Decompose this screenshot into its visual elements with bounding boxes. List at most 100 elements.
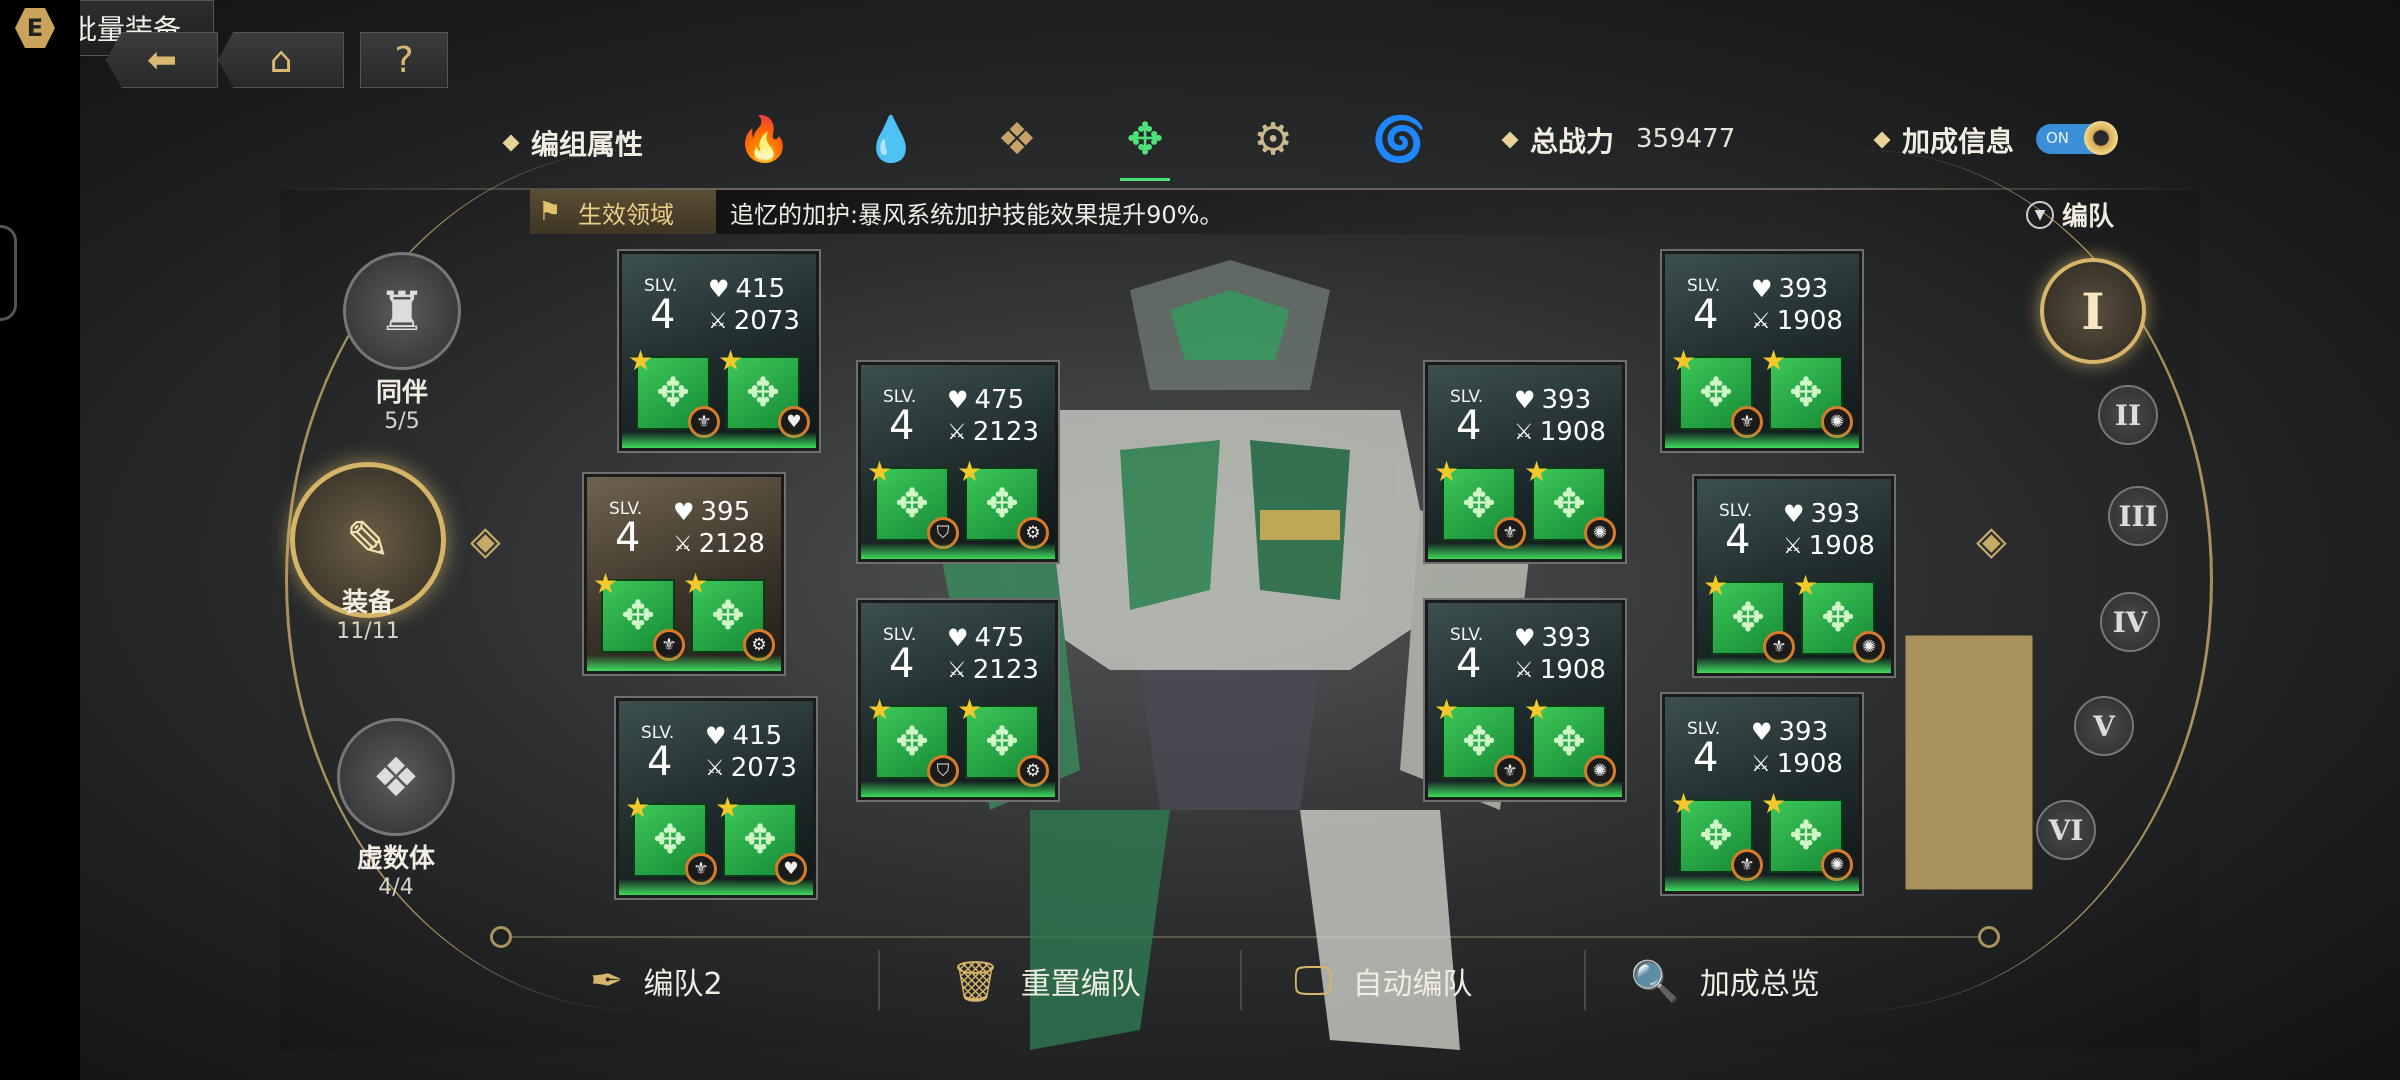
spiral-icon: ✺ (1853, 631, 1885, 663)
fire-icon[interactable]: 🔥 (735, 110, 793, 168)
water-icon[interactable]: 💧 (862, 110, 920, 168)
hp-value: 475 (974, 623, 1025, 653)
crossed-swords-icon: ⚔ (1514, 419, 1534, 445)
wind-chip-icon[interactable]: ✥ ★ ✺ (1761, 787, 1853, 881)
reset-team-button[interactable]: 🗑 重置编队 (950, 950, 1141, 1012)
equipment-card[interactable]: SLV. 4 ♥ 415 ⚔ 2073 ✥ ★ ⚜ ✥ ★ ♥ (617, 249, 821, 453)
frame-dot-right (1978, 926, 2000, 948)
attack-value: 1908 (1776, 306, 1843, 336)
home-button[interactable]: ⌂ (218, 32, 344, 88)
equipment-card[interactable]: SLV. 4 ♥ 475 ⚔ 2123 ✥ ★ ⛉ ✥ ★ ⚙ (856, 360, 1060, 564)
attack-value: 1908 (1808, 531, 1875, 561)
active-domain-bar: ⚑ 生效领域 追忆的加护:暴风系统加护技能效果提升90%。 (530, 190, 1800, 234)
wind-chip-icon[interactable]: ✥ ★ ⚜ (593, 567, 685, 661)
crossed-swords-icon: ⚔ (673, 531, 693, 557)
gear-icon[interactable]: ⚙ (1244, 110, 1302, 168)
wind-chip-icon[interactable]: ✥ ★ ⚙ (957, 455, 1049, 549)
bonus-overview-button[interactable]: 🔍 加成总览 (1630, 950, 1820, 1012)
gear-icon: ⚙ (1017, 755, 1049, 787)
attack-stat: ⚔ 1908 (1514, 417, 1606, 447)
vortex-icon[interactable]: 🌀 (1370, 110, 1428, 168)
wind-chip-icon[interactable]: ✥ ★ ⚙ (683, 567, 775, 661)
skill-level-value: 4 (1693, 735, 1719, 781)
equipment-formation-screen: ◈ ◈ ⬅ ⌂ ? E 批量装备 编组属性 🔥 💧 ❖ ✥ ⚙ 🌀 总战力 35… (0, 0, 2400, 1080)
divider (878, 950, 880, 1010)
heart-icon: ♥ (1751, 718, 1773, 746)
attack-stat: ⚔ 2123 (947, 417, 1039, 447)
spiral-icon: ✺ (1821, 406, 1853, 438)
skill-level-value: 4 (1456, 403, 1482, 449)
fleur-icon: ⚜ (653, 629, 685, 661)
wind-chip-icon[interactable]: ✥ ★ ⚜ (625, 791, 717, 885)
team-3-button[interactable]: III (2108, 486, 2168, 546)
equipment-card[interactable]: SLV. 4 ♥ 393 ⚔ 1908 ✥ ★ ⚜ ✥ ★ ✺ (1692, 474, 1896, 678)
wind-chip-icon[interactable]: ✥ ★ ⚜ (1703, 569, 1795, 663)
team-1-button[interactable]: I (2040, 258, 2146, 364)
skill-level-value: 4 (1725, 517, 1751, 563)
gear-icon: ⚙ (1017, 517, 1049, 549)
wind-chip-icon[interactable]: ✥ ★ ⚙ (957, 693, 1049, 787)
team-5-button[interactable]: V (2074, 696, 2134, 756)
wind-chip-icon[interactable]: ✥ ★ ✺ (1524, 455, 1616, 549)
wind-chip-icon[interactable]: ✥ ★ ✺ (1524, 693, 1616, 787)
heart-icon: ♥ (1514, 386, 1536, 414)
star-icon: ★ (718, 344, 744, 377)
crossed-swords-icon: ⚔ (708, 308, 728, 334)
wind-chip-icon[interactable]: ✥ ★ ✺ (1793, 569, 1885, 663)
equipment-card[interactable]: SLV. 4 ♥ 393 ⚔ 1908 ✥ ★ ⚜ ✥ ★ ✺ (1660, 692, 1864, 896)
attack-stat: ⚔ 1908 (1783, 531, 1875, 561)
wind-chip-icon[interactable]: ✥ ★ ⛉ (867, 455, 959, 549)
heart-gear-icon: ♥ (778, 406, 810, 438)
wind-chip-icon[interactable]: ✥ ★ ⛉ (867, 693, 959, 787)
wind-chip-icon[interactable]: ✥ ★ ⚜ (1671, 787, 1763, 881)
nav-partner[interactable]: ♜ 同伴 5/5 (340, 252, 464, 434)
fleur-icon: ⚜ (685, 853, 717, 885)
fleur-icon: ⚜ (1731, 406, 1763, 438)
attack-value: 1908 (1776, 749, 1843, 779)
fleur-icon: ⚜ (1494, 755, 1526, 787)
wind-chip-icon[interactable]: ✥ ★ ♥ (715, 791, 807, 885)
equipment-card[interactable]: SLV. 4 ♥ 393 ⚔ 1908 ✥ ★ ⚜ ✥ ★ ✺ (1660, 249, 1864, 453)
star-icon: ★ (625, 791, 651, 824)
wind-chip-icon[interactable]: ✥ ★ ⚜ (628, 344, 720, 438)
hp-value: 393 (1541, 385, 1592, 415)
heart-icon: ♥ (1514, 624, 1536, 652)
wind-chip-icon[interactable]: ✥ ★ ⚜ (1434, 693, 1526, 787)
equipment-card[interactable]: SLV. 4 ♥ 475 ⚔ 2123 ✥ ★ ⛉ ✥ ★ ⚙ (856, 598, 1060, 802)
wind-icon[interactable]: ✥ (1116, 110, 1174, 168)
team-6-button[interactable]: VI (2036, 800, 2096, 860)
team-name-button[interactable]: ✒ 编队2 (590, 950, 723, 1012)
hp-value: 393 (1810, 499, 1861, 529)
team-dropdown[interactable]: ▼ 编队 (2026, 196, 2114, 233)
bonus-info-toggle[interactable]: ON (2036, 121, 2118, 155)
star-icon: ★ (593, 567, 619, 600)
team-4-button[interactable]: IV (2100, 592, 2160, 652)
nav-imaginary-body[interactable]: ❖ 虚数体 4/4 (334, 718, 458, 900)
heart-icon: ♥ (673, 498, 695, 526)
shield-icon: ⛉ (927, 517, 959, 549)
nav-equipment[interactable]: ✎ 装备 11/11 (288, 462, 448, 644)
wind-chip-icon[interactable]: ✥ ★ ⚜ (1671, 344, 1763, 438)
diamond-bullet-icon (1873, 131, 1891, 149)
fleur-icon: ⚜ (1731, 849, 1763, 881)
equipment-card[interactable]: SLV. 4 ♥ 393 ⚔ 1908 ✥ ★ ⚜ ✥ ★ ✺ (1423, 360, 1627, 564)
help-button[interactable]: ? (360, 32, 448, 88)
earth-icon[interactable]: ❖ (988, 110, 1046, 168)
back-button[interactable]: ⬅ (106, 32, 218, 88)
team-2-button[interactable]: II (2098, 385, 2158, 445)
wind-chip-icon[interactable]: ✥ ★ ♥ (718, 344, 810, 438)
wind-chip-icon[interactable]: ✥ ★ ✺ (1761, 344, 1853, 438)
equipment-card[interactable]: SLV. 4 ♥ 393 ⚔ 1908 ✥ ★ ⚜ ✥ ★ ✺ (1423, 598, 1627, 802)
hp-value: 475 (974, 385, 1025, 415)
crossed-swords-icon: ⚔ (1514, 657, 1534, 683)
skill-level-value: 4 (1693, 292, 1719, 338)
crossed-swords-icon: ⚔ (1751, 751, 1771, 777)
wind-chip-icon[interactable]: ✥ ★ ⚜ (1434, 455, 1526, 549)
attack-stat: ⚔ 1908 (1751, 749, 1843, 779)
diamond-bullet-icon (502, 134, 520, 152)
equipment-card[interactable]: SLV. 4 ♥ 415 ⚔ 2073 ✥ ★ ⚜ ✥ ★ ♥ (614, 696, 818, 900)
equipment-card[interactable]: SLV. 4 ♥ 395 ⚔ 2128 ✥ ★ ⚜ ✥ ★ ⚙ (582, 472, 786, 676)
hp-stat: ♥ 395 (673, 497, 750, 527)
divider (1584, 950, 1586, 1010)
auto-team-button[interactable]: 🖵 自动编队 (1294, 950, 1473, 1012)
